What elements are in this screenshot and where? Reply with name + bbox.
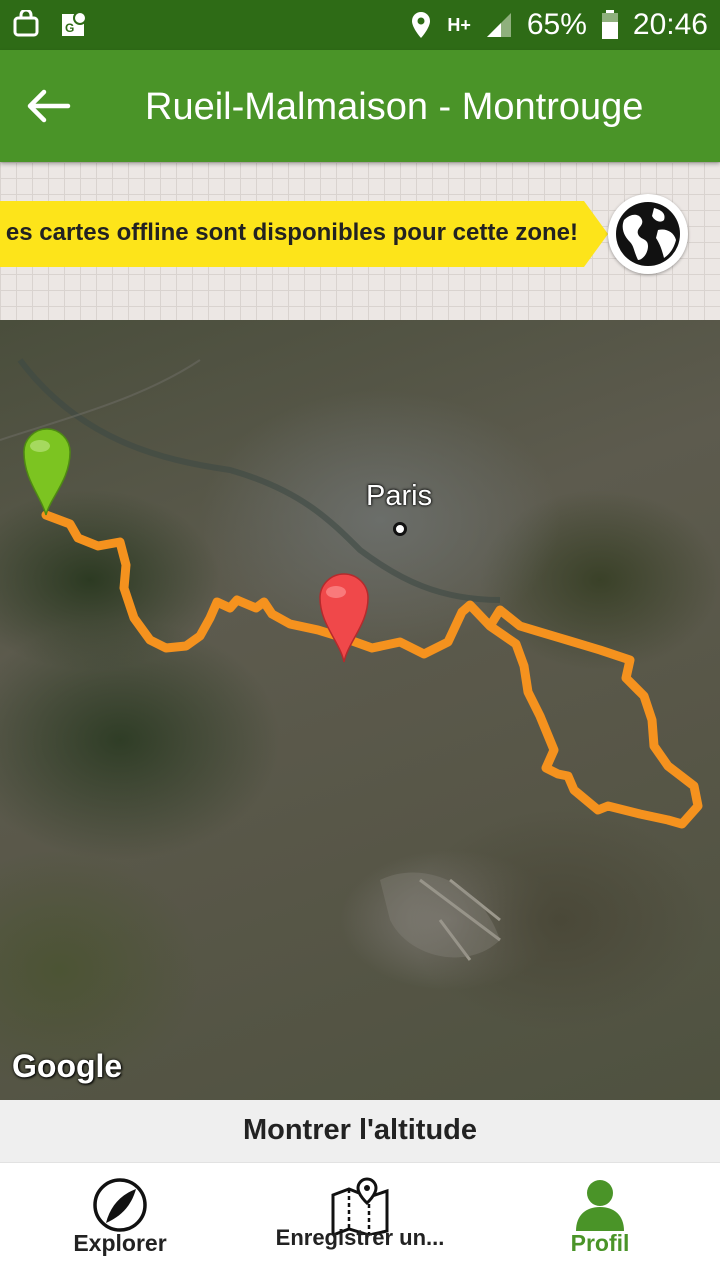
profile-icon — [576, 1180, 624, 1231]
back-button[interactable] — [22, 80, 74, 132]
arrow-back-icon — [27, 89, 71, 123]
nav-record[interactable]: Enregistrer un... — [240, 1163, 480, 1280]
city-label: Paris — [366, 480, 433, 512]
current-position-marker[interactable] — [319, 573, 369, 663]
signal-icon — [485, 11, 513, 39]
bottom-navigation: Explorer Enregistrer un... Profil — [0, 1162, 720, 1280]
globe-icon — [616, 202, 680, 266]
google-attribution: Google — [12, 1048, 123, 1084]
offline-maps-banner[interactable]: es cartes offline sont disponibles pour … — [0, 201, 608, 267]
nav-explorer-label: Explorer — [73, 1230, 167, 1256]
offline-maps-button[interactable] — [608, 194, 688, 274]
status-bar: G H+ 65% 20:46 — [0, 0, 720, 50]
clock: 20:46 — [632, 8, 708, 41]
start-marker[interactable] — [23, 428, 71, 516]
map-view[interactable]: Paris Google — [0, 320, 720, 1100]
offline-banner-area: es cartes offline sont disponibles pour … — [0, 162, 720, 320]
nav-profile[interactable]: Profil — [480, 1163, 720, 1280]
offline-maps-text: es cartes offline sont disponibles pour … — [5, 219, 578, 246]
app-bar: Rueil-Malmaison - Montrouge — [0, 50, 720, 162]
battery-percent: 65% — [526, 8, 587, 41]
battery-icon — [601, 10, 619, 40]
nav-record-label: Enregistrer un... — [275, 1225, 445, 1250]
nav-explorer[interactable]: Explorer — [0, 1163, 240, 1280]
page-title: Rueil-Malmaison - Montrouge — [145, 86, 644, 128]
city-marker-dot — [393, 522, 407, 536]
svg-text:G: G — [65, 21, 74, 35]
show-altitude-label: Montrer l'altitude — [242, 1114, 478, 1146]
maps-icon: G — [60, 10, 88, 38]
network-type: H+ — [447, 14, 471, 35]
explorer-icon — [93, 1178, 147, 1232]
show-altitude-button[interactable]: Montrer l'altitude — [0, 1100, 720, 1162]
shopping-bag-icon — [12, 10, 40, 38]
nav-profile-label: Profil — [570, 1230, 630, 1256]
location-icon — [409, 10, 433, 40]
